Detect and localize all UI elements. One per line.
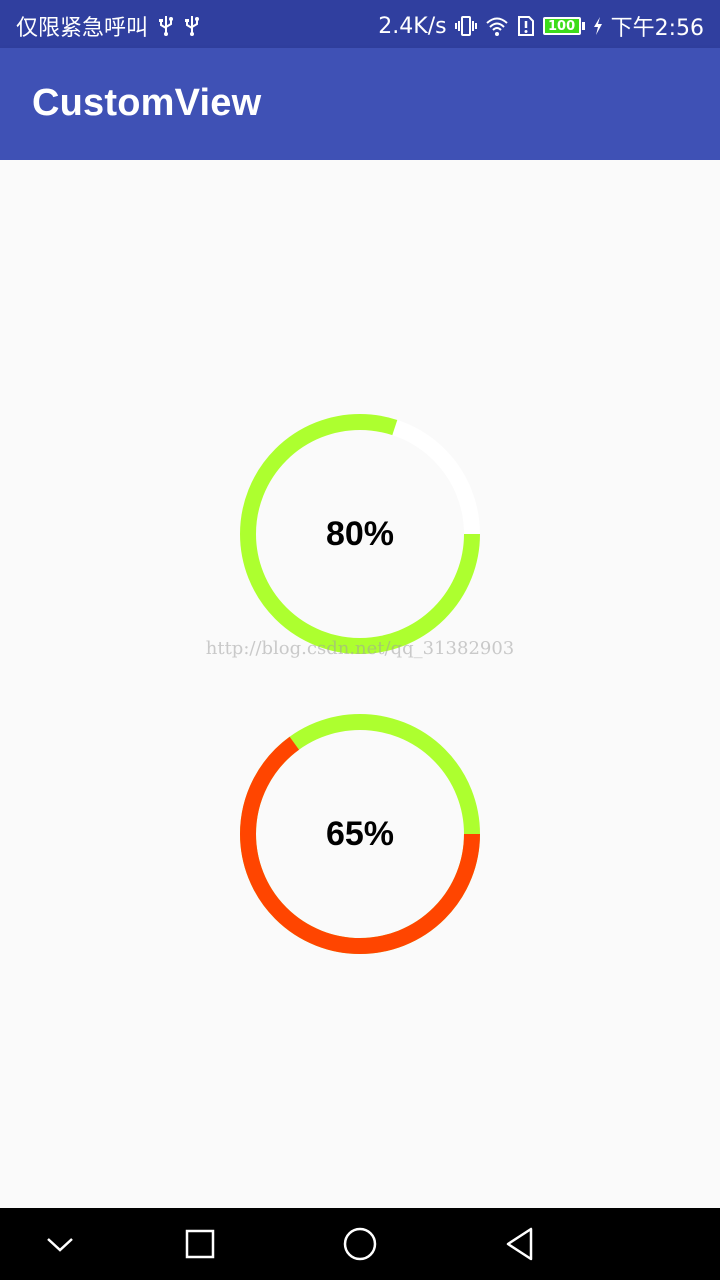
status-left-group: 仅限紧急呼叫 xyxy=(16,10,200,42)
progress-ring-2: 65% xyxy=(240,714,480,954)
recents-square-icon[interactable] xyxy=(180,1224,220,1264)
status-right-group: 2.4K/s 100 下午2:56 xyxy=(378,10,704,42)
back-triangle-icon[interactable] xyxy=(500,1224,540,1264)
navigation-bar xyxy=(0,1208,720,1280)
watermark-text: http://blog.csdn.net/qq_31382903 xyxy=(205,638,515,659)
battery-icon: 100 xyxy=(542,17,585,35)
clock-text: 下午2:56 xyxy=(610,16,704,41)
sim-alert-icon xyxy=(517,15,535,37)
carrier-text: 仅限紧急呼叫 xyxy=(16,16,149,41)
wifi-icon xyxy=(485,15,509,37)
content-area: 80% http://blog.csdn.net/qq_31382903 65% xyxy=(0,160,720,1208)
progress-ring-1-label: 80% xyxy=(325,514,395,553)
home-circle-icon[interactable] xyxy=(340,1224,380,1264)
network-speed-text: 2.4K/s xyxy=(378,13,447,39)
app-title: CustomView xyxy=(32,82,262,124)
progress-ring-2-label: 65% xyxy=(325,814,395,853)
usb-icon xyxy=(158,15,174,37)
chevron-down-icon[interactable] xyxy=(40,1224,80,1264)
usb-icon xyxy=(184,15,200,37)
progress-ring-1: 80% xyxy=(240,414,480,654)
app-bar: CustomView xyxy=(0,48,720,160)
status-bar: 仅限紧急呼叫 2.4K/s 100 下午2:56 xyxy=(0,0,720,48)
vibrate-icon xyxy=(454,15,477,37)
battery-level: 100 xyxy=(542,17,581,35)
charging-icon xyxy=(593,15,603,37)
